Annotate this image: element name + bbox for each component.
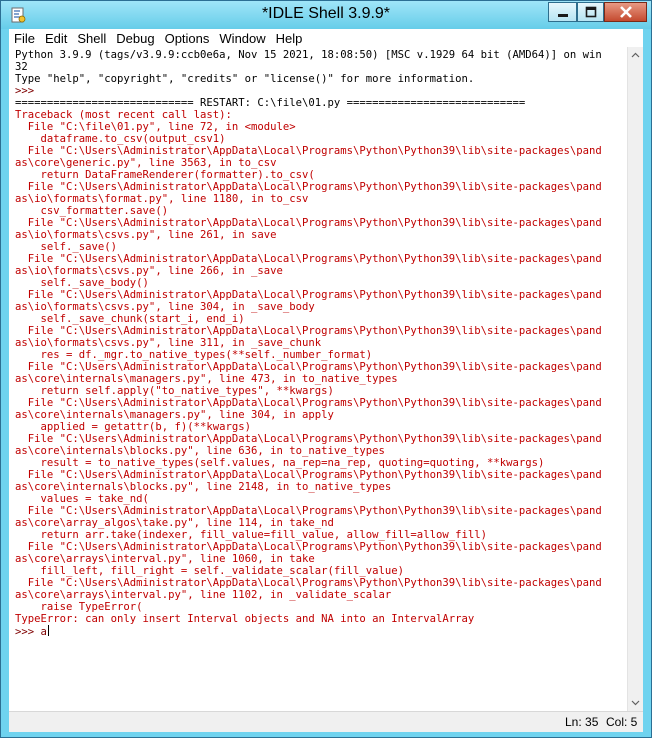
traceback-line: File "C:\Users\Administrator\AppData\Loc…	[15, 253, 602, 265]
output-line: 32	[15, 61, 28, 73]
maximize-button[interactable]	[577, 2, 604, 22]
traceback-line: File "C:\Users\Administrator\AppData\Loc…	[15, 541, 602, 553]
status-column-number: Col: 5	[606, 715, 638, 729]
menu-options[interactable]: Options	[160, 31, 215, 46]
traceback-line: File "C:\file\01.py", line 72, in <modul…	[15, 121, 296, 133]
close-icon	[619, 6, 632, 18]
traceback-line: csv_formatter.save()	[15, 205, 169, 217]
traceback-line: as\core\internals\blocks.py", line 2148,…	[15, 481, 392, 493]
traceback-line: res = df._mgr.to_native_types(**self._nu…	[15, 349, 373, 361]
status-bar: Ln: 35 Col: 5	[9, 711, 643, 732]
traceback-line: applied = getattr(b, f)(**kwargs)	[15, 421, 252, 433]
traceback-line: raise TypeError(	[15, 601, 143, 613]
traceback-line: File "C:\Users\Administrator\AppData\Loc…	[15, 397, 602, 409]
status-line-number: Ln: 35	[565, 715, 599, 729]
chevron-up-icon	[631, 52, 640, 58]
text-cursor	[47, 625, 49, 636]
shell-pane: Python 3.9.9 (tags/v3.9.9:ccb0e6a, Nov 1…	[9, 47, 643, 711]
traceback-line: Traceback (most recent call last):	[15, 109, 232, 121]
traceback-line: File "C:\Users\Administrator\AppData\Loc…	[15, 325, 602, 337]
scroll-down-button[interactable]	[628, 695, 643, 711]
traceback-line: dataframe.to_csv(output_csv1)	[15, 133, 226, 145]
traceback-line: as\io\formats\csvs.py", line 266, in _sa…	[15, 265, 283, 277]
traceback-line: as\core\internals\managers.py", line 304…	[15, 409, 334, 421]
traceback-line: TypeError: can only insert Interval obje…	[15, 613, 475, 625]
traceback-line: fill_left, fill_right = self._validate_s…	[15, 565, 405, 577]
traceback-line: result = to_native_types(self.values, na…	[15, 457, 545, 469]
idle-shell-window: *IDLE Shell 3.9.9* File Edit Shell Debug…	[0, 0, 652, 738]
traceback-line: self._save_body()	[15, 277, 149, 289]
menu-debug[interactable]: Debug	[111, 31, 159, 46]
traceback-line: as\core\internals\blocks.py", line 636, …	[15, 445, 385, 457]
prompt-line: >>> a	[15, 625, 49, 638]
output-line: Python 3.9.9 (tags/v3.9.9:ccb0e6a, Nov 1…	[15, 49, 602, 61]
prompt-line: >>>	[15, 85, 35, 97]
scroll-up-button[interactable]	[628, 47, 643, 63]
menu-window[interactable]: Window	[214, 31, 270, 46]
chevron-down-icon	[631, 700, 640, 706]
traceback-line: as\io\formats\csvs.py", line 311, in _sa…	[15, 337, 322, 349]
menu-help[interactable]: Help	[271, 31, 308, 46]
traceback-line: File "C:\Users\Administrator\AppData\Loc…	[15, 145, 602, 157]
traceback-line: as\io\formats\csvs.py", line 261, in sav…	[15, 229, 277, 241]
traceback-line: as\core\generic.py", line 3563, in to_cs…	[15, 157, 277, 169]
traceback-line: values = take_nd(	[15, 493, 149, 505]
traceback-line: return arr.take(indexer, fill_value=fill…	[15, 529, 487, 541]
traceback-line: as\io\formats\csvs.py", line 304, in _sa…	[15, 301, 315, 313]
traceback-line: return DataFrameRenderer(formatter).to_c…	[15, 169, 315, 181]
menu-bar: File Edit Shell Debug Options Window Hel…	[9, 29, 643, 47]
traceback-line: File "C:\Users\Administrator\AppData\Loc…	[15, 361, 602, 373]
traceback-line: self._save_chunk(start_i, end_i)	[15, 313, 245, 325]
output-line: ============================ RESTART: C:…	[15, 97, 526, 109]
title-bar[interactable]: *IDLE Shell 3.9.9*	[1, 1, 651, 29]
traceback-line: as\core\arrays\interval.py", line 1060, …	[15, 553, 315, 565]
maximize-icon	[585, 6, 596, 18]
traceback-line: as\core\arrays\interval.py", line 1102, …	[15, 589, 392, 601]
menu-file[interactable]: File	[9, 31, 40, 46]
menu-shell[interactable]: Shell	[72, 31, 111, 46]
minimize-icon	[557, 14, 568, 17]
traceback-line: File "C:\Users\Administrator\AppData\Loc…	[15, 217, 602, 229]
traceback-line: as\io\formats\format.py", line 1180, in …	[15, 193, 309, 205]
vertical-scrollbar[interactable]	[627, 47, 643, 711]
traceback-line: return self.apply("to_native_types", **k…	[15, 385, 334, 397]
traceback-line: File "C:\Users\Administrator\AppData\Loc…	[15, 181, 602, 193]
minimize-button[interactable]	[548, 2, 577, 22]
traceback-line: File "C:\Users\Administrator\AppData\Loc…	[15, 469, 602, 481]
traceback-line: File "C:\Users\Administrator\AppData\Loc…	[15, 433, 602, 445]
traceback-line: self._save()	[15, 241, 118, 253]
shell-text-area[interactable]: Python 3.9.9 (tags/v3.9.9:ccb0e6a, Nov 1…	[9, 47, 627, 711]
traceback-line: File "C:\Users\Administrator\AppData\Loc…	[15, 505, 602, 517]
traceback-line: File "C:\Users\Administrator\AppData\Loc…	[15, 289, 602, 301]
traceback-line: as\core\internals\managers.py", line 473…	[15, 373, 398, 385]
close-button[interactable]	[604, 2, 647, 22]
traceback-line: as\core\array_algos\take.py", line 114, …	[15, 517, 334, 529]
output-line: Type "help", "copyright", "credits" or "…	[15, 73, 475, 85]
traceback-line: File "C:\Users\Administrator\AppData\Loc…	[15, 577, 602, 589]
menu-edit[interactable]: Edit	[40, 31, 72, 46]
